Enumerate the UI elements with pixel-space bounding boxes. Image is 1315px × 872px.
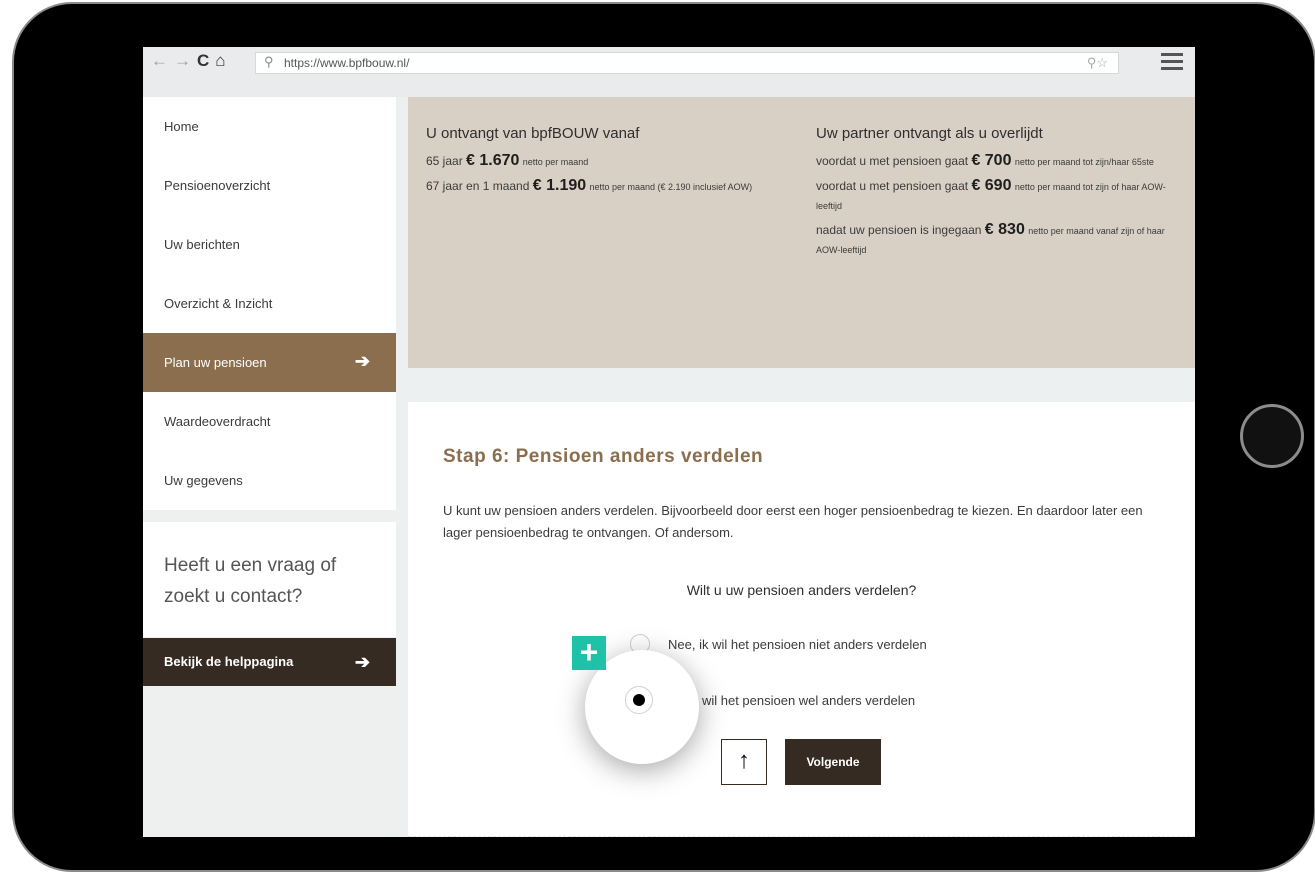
sidebar-item-home[interactable]: Home bbox=[143, 97, 396, 156]
summary-line-note: netto per maand bbox=[522, 157, 589, 167]
step-description: U kunt uw pensioen anders verdelen. Bijv… bbox=[443, 503, 1143, 540]
divider bbox=[408, 836, 1195, 837]
home-icon[interactable]: ⌂ bbox=[215, 51, 225, 71]
tablet-home-button[interactable] bbox=[1240, 404, 1304, 468]
pension-summary: U ontvangt van bpfBOUW vanaf 65 jaar € 1… bbox=[408, 97, 1195, 368]
summary-line-text: 65 jaar bbox=[426, 154, 467, 168]
sidebar-item-label: Home bbox=[164, 119, 199, 134]
url-text: https://www.bpfbouw.nl/ bbox=[284, 56, 410, 70]
search-icon: ⚲ bbox=[264, 54, 274, 69]
sidebar-item-label: Overzicht & Inzicht bbox=[164, 296, 273, 311]
sidebar-item-label: Plan uw pensioen bbox=[164, 355, 267, 370]
main-content: U ontvangt van bpfBOUW vanaf 65 jaar € 1… bbox=[396, 97, 1195, 837]
browser-toolbar: ← → C ⌂ ⚲ https://www.bpfbouw.nl/ ⚲☆ bbox=[143, 47, 1195, 97]
option-no[interactable]: Nee, ik wil het pensioen niet anders ver… bbox=[630, 634, 927, 654]
sidebar-item-label: Pensioenoverzicht bbox=[164, 178, 271, 193]
summary-line: voordat u met pensioen gaat € 690 netto … bbox=[816, 177, 1181, 215]
back-arrow-icon[interactable]: ← bbox=[151, 51, 168, 71]
sidebar-item-plan-pensioen[interactable]: Plan uw pensioen ➔ bbox=[143, 333, 396, 392]
summary-title: U ontvangt van bpfBOUW vanaf bbox=[426, 125, 640, 142]
sidebar-item-overzicht-inzicht[interactable]: Overzicht & Inzicht bbox=[143, 274, 396, 333]
sidebar-item-label: Waardeoverdracht bbox=[164, 414, 271, 429]
arrow-right-icon: ➔ bbox=[354, 351, 370, 371]
summary-line: nadat uw pensioen is ingegaan € 830 nett… bbox=[816, 221, 1181, 259]
arrow-right-icon: ➔ bbox=[354, 652, 370, 672]
summary-line: 67 jaar en 1 maand € 1.190 netto per maa… bbox=[426, 177, 786, 196]
help-box: Heeft u een vraag of zoekt u contact? bbox=[143, 522, 396, 637]
summary-amount: € 1.670 bbox=[466, 152, 520, 169]
summary-line: 65 jaar € 1.670 netto per maand bbox=[426, 152, 786, 171]
sidebar-item-berichten[interactable]: Uw berichten bbox=[143, 215, 396, 274]
star-icon[interactable]: ☆ bbox=[1096, 55, 1108, 70]
sidebar-item-label: Uw berichten bbox=[164, 237, 240, 252]
summary-line-note: netto per maand tot zijn/haar 65ste bbox=[1014, 157, 1154, 167]
menu-icon[interactable] bbox=[1161, 53, 1183, 74]
summary-title: Uw partner ontvangt als u overlijdt bbox=[816, 125, 1043, 142]
scroll-up-button[interactable]: ↑ bbox=[721, 739, 767, 785]
help-button-label: Bekijk de helppagina bbox=[164, 654, 294, 669]
sidebar-item-label: Uw gegevens bbox=[164, 473, 243, 488]
plus-icon: + bbox=[572, 636, 606, 670]
summary-amount: € 830 bbox=[984, 221, 1025, 238]
summary-partner-pension: Uw partner ontvangt als u overlijdt voor… bbox=[816, 125, 1181, 265]
sidebar-item-gegevens[interactable]: Uw gegevens bbox=[143, 451, 396, 510]
summary-amount: € 1.190 bbox=[532, 177, 587, 194]
step-title: Stap 6: Pensioen anders verdelen bbox=[443, 446, 764, 467]
summary-own-pension: U ontvangt van bpfBOUW vanaf 65 jaar € 1… bbox=[426, 125, 786, 202]
summary-line: voordat u met pensioen gaat € 700 netto … bbox=[816, 152, 1181, 171]
summary-line-text: 67 jaar en 1 maand bbox=[426, 179, 533, 193]
reload-icon[interactable]: C bbox=[197, 51, 209, 71]
arrow-up-icon: ↑ bbox=[738, 747, 750, 774]
sidebar-nav: Home Pensioenoverzicht Uw berichten Over… bbox=[143, 97, 396, 510]
step-card: Stap 6: Pensioen anders verdelen U kunt … bbox=[408, 402, 1195, 837]
help-page-button[interactable]: Bekijk de helppagina ➔ bbox=[143, 638, 396, 686]
sidebar: Home Pensioenoverzicht Uw berichten Over… bbox=[143, 97, 396, 837]
forward-arrow-icon[interactable]: → bbox=[174, 51, 191, 71]
summary-amount: € 690 bbox=[971, 177, 1012, 194]
zoom-icon[interactable]: ⚲ bbox=[1087, 55, 1097, 70]
address-bar[interactable]: ⚲ https://www.bpfbouw.nl/ ⚲☆ bbox=[255, 52, 1119, 74]
sidebar-item-waardeoverdracht[interactable]: Waardeoverdracht bbox=[143, 392, 396, 451]
step-question: Wilt u uw pensioen anders verdelen? bbox=[686, 582, 917, 598]
option-label: Ja, ik wil het pensioen wel anders verde… bbox=[668, 692, 916, 708]
browser-nav: ← → C ⌂ bbox=[151, 51, 226, 71]
summary-line-note: netto per maand (€ 2.190 inclusief AOW) bbox=[589, 182, 753, 192]
summary-line-text: voordat u met pensioen gaat bbox=[816, 179, 972, 193]
summary-line-text: voordat u met pensioen gaat bbox=[816, 154, 972, 168]
summary-line-text: nadat uw pensioen is ingegaan bbox=[816, 223, 985, 237]
sidebar-item-pensioenoverzicht[interactable]: Pensioenoverzicht bbox=[143, 156, 396, 215]
magnified-radio-yes bbox=[625, 686, 653, 714]
help-text: Heeft u een vraag of zoekt u contact? bbox=[164, 555, 337, 607]
summary-amount: € 700 bbox=[971, 152, 1012, 169]
next-button[interactable]: Volgende bbox=[785, 739, 881, 785]
option-label: Nee, ik wil het pensioen niet anders ver… bbox=[668, 636, 927, 652]
